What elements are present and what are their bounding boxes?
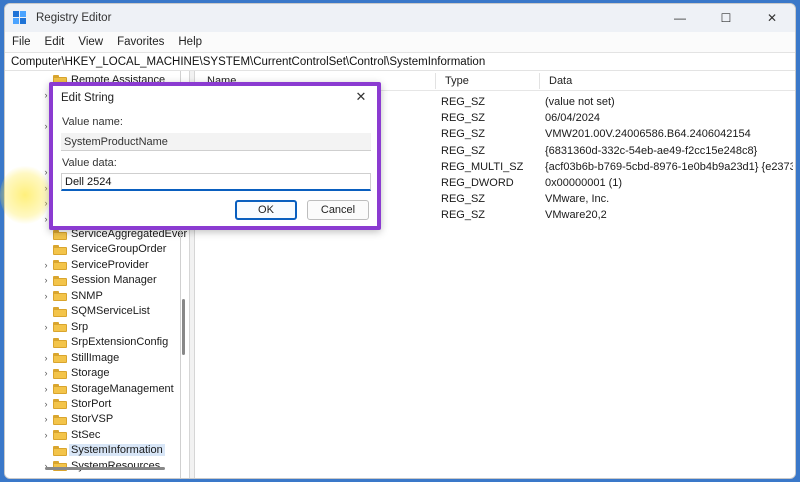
folder-icon <box>53 244 67 255</box>
value-name-field: SystemProductName <box>61 133 371 151</box>
chevron-right-icon[interactable]: › <box>42 291 50 301</box>
column-header-data[interactable]: Data <box>549 75 572 87</box>
chevron-right-icon[interactable]: › <box>42 260 50 270</box>
value-name-label: Value name: <box>62 116 123 128</box>
folder-icon <box>53 384 67 394</box>
chevron-right-icon[interactable]: › <box>42 275 50 285</box>
chevron-right-icon[interactable]: › <box>42 353 50 363</box>
value-type: REG_SZ <box>441 209 486 222</box>
menu-view[interactable]: View <box>71 36 110 48</box>
tree-item-label: Storage <box>71 367 110 380</box>
registry-editor-window: Registry Editor — ☐ ✕ File Edit View Fav… <box>4 3 796 479</box>
folder-icon <box>53 368 67 379</box>
tree-item[interactable]: › StorVSP <box>5 412 175 427</box>
value-type: REG_SZ <box>441 193 486 206</box>
tree-horizontal-scrollbar[interactable] <box>45 467 165 470</box>
folder-icon <box>53 445 67 456</box>
value-data-label: Value data: <box>62 157 117 169</box>
tree-item-label: SystemInformation <box>69 444 165 457</box>
tree-item[interactable]: › Session Manager <box>5 273 175 288</box>
value-type: REG_SZ <box>441 96 486 108</box>
tree-item[interactable]: SrpExtensionConfig <box>5 335 175 350</box>
value-data: VMware20,2 <box>545 209 607 222</box>
menu-favorites[interactable]: Favorites <box>110 36 171 48</box>
window-title: Registry Editor <box>36 12 112 24</box>
tree-item[interactable]: ServiceGroupOrder <box>5 242 175 257</box>
tree-item-label: StorageManagement <box>71 382 174 395</box>
value-data: {acf03b6b-b769-5cbd-8976-1e0b4b9a23d1} {… <box>545 160 793 173</box>
tree-item[interactable]: › SystemResources <box>5 458 175 473</box>
chevron-right-icon[interactable]: › <box>42 399 50 409</box>
ok-button[interactable]: OK <box>235 200 297 220</box>
tree-item-label: ServiceGroupOrder <box>71 243 167 256</box>
close-button[interactable]: ✕ <box>749 4 795 32</box>
folder-icon <box>53 430 67 441</box>
folder-icon <box>53 306 67 317</box>
folder-icon <box>53 291 67 302</box>
chevron-right-icon[interactable]: › <box>42 384 50 394</box>
minimize-button[interactable]: — <box>657 4 703 32</box>
menu-edit[interactable]: Edit <box>38 36 72 48</box>
menu-bar: File Edit View Favorites Help <box>5 32 795 52</box>
address-bar[interactable]: Computer\HKEY_LOCAL_MACHINE\SYSTEM\Curre… <box>5 52 795 71</box>
value-data: 06/04/2024 <box>545 112 601 125</box>
tree-item[interactable]: › ServiceProvider <box>5 257 175 272</box>
folder-icon <box>53 322 67 333</box>
value-type: REG_MULTI_SZ <box>441 160 524 173</box>
tree-item-label: SrpExtensionConfig <box>71 336 169 349</box>
chevron-right-icon[interactable]: › <box>42 368 50 378</box>
tree-item[interactable]: SQMServiceList <box>5 304 175 319</box>
folder-icon <box>53 399 67 410</box>
tree-item-label: StorVSP <box>71 413 114 426</box>
tree-item[interactable]: › SNMP <box>5 288 175 303</box>
maximize-button[interactable]: ☐ <box>703 4 749 32</box>
title-bar[interactable]: Registry Editor — ☐ ✕ <box>5 4 795 32</box>
value-data: {6831360d-332c-54eb-ae49-f2cc15e248c8} <box>545 144 758 157</box>
registry-editor-icon <box>13 11 27 25</box>
chevron-right-icon[interactable]: › <box>42 322 50 332</box>
menu-file[interactable]: File <box>5 36 38 48</box>
column-header-type[interactable]: Type <box>445 75 469 87</box>
folder-icon <box>53 229 67 240</box>
value-data-input[interactable]: Dell 2524 <box>61 173 371 191</box>
value-data: VMW201.00V.24006586.B64.2406042154 <box>545 128 751 141</box>
chevron-right-icon[interactable]: › <box>42 430 50 440</box>
value-data: 0x00000001 (1) <box>545 177 623 189</box>
folder-icon <box>53 414 67 425</box>
folder-icon <box>53 353 67 364</box>
dialog-title: Edit String <box>61 92 115 104</box>
folder-icon <box>53 260 67 271</box>
menu-help[interactable]: Help <box>171 36 209 48</box>
dialog-close-button[interactable]: ✕ <box>351 88 371 106</box>
tree-item[interactable]: › StorPort <box>5 396 175 411</box>
tree-item[interactable]: › Storage <box>5 366 175 381</box>
tree-item[interactable]: › StillImage <box>5 350 175 365</box>
tree-item[interactable]: › Srp <box>5 319 175 334</box>
chevron-right-icon[interactable]: › <box>42 414 50 424</box>
cancel-button[interactable]: Cancel <box>307 200 369 220</box>
tree-item-label: StillImage <box>71 351 120 364</box>
value-type: REG_SZ <box>441 112 486 125</box>
value-data: VMware, Inc. <box>545 193 610 206</box>
cursor-highlight <box>0 165 50 225</box>
tree-item-label: StorPort <box>71 397 112 410</box>
tree-item[interactable]: › StSec <box>5 427 175 442</box>
tree-item[interactable]: › StorageManagement <box>5 381 175 396</box>
tree-item[interactable]: SystemInformation <box>5 443 175 458</box>
value-data: (value not set) <box>545 96 615 108</box>
value-type: REG_SZ <box>441 128 486 141</box>
tree-item-label: SQMServiceList <box>71 305 150 318</box>
tree-item-label: StSec <box>71 428 101 441</box>
folder-icon <box>53 337 67 348</box>
tree-item-label: ServiceProvider <box>71 258 149 271</box>
edit-string-dialog: Edit String ✕ Value name: SystemProductN… <box>49 82 381 230</box>
value-type: REG_DWORD <box>441 177 514 189</box>
value-type: REG_SZ <box>441 144 486 157</box>
tree-vertical-scrollbar[interactable] <box>182 299 185 355</box>
tree-item-label: SNMP <box>71 289 103 302</box>
tree-item-label: Srp <box>71 320 89 333</box>
tree-item-label: Session Manager <box>71 274 157 287</box>
folder-icon <box>53 275 67 286</box>
